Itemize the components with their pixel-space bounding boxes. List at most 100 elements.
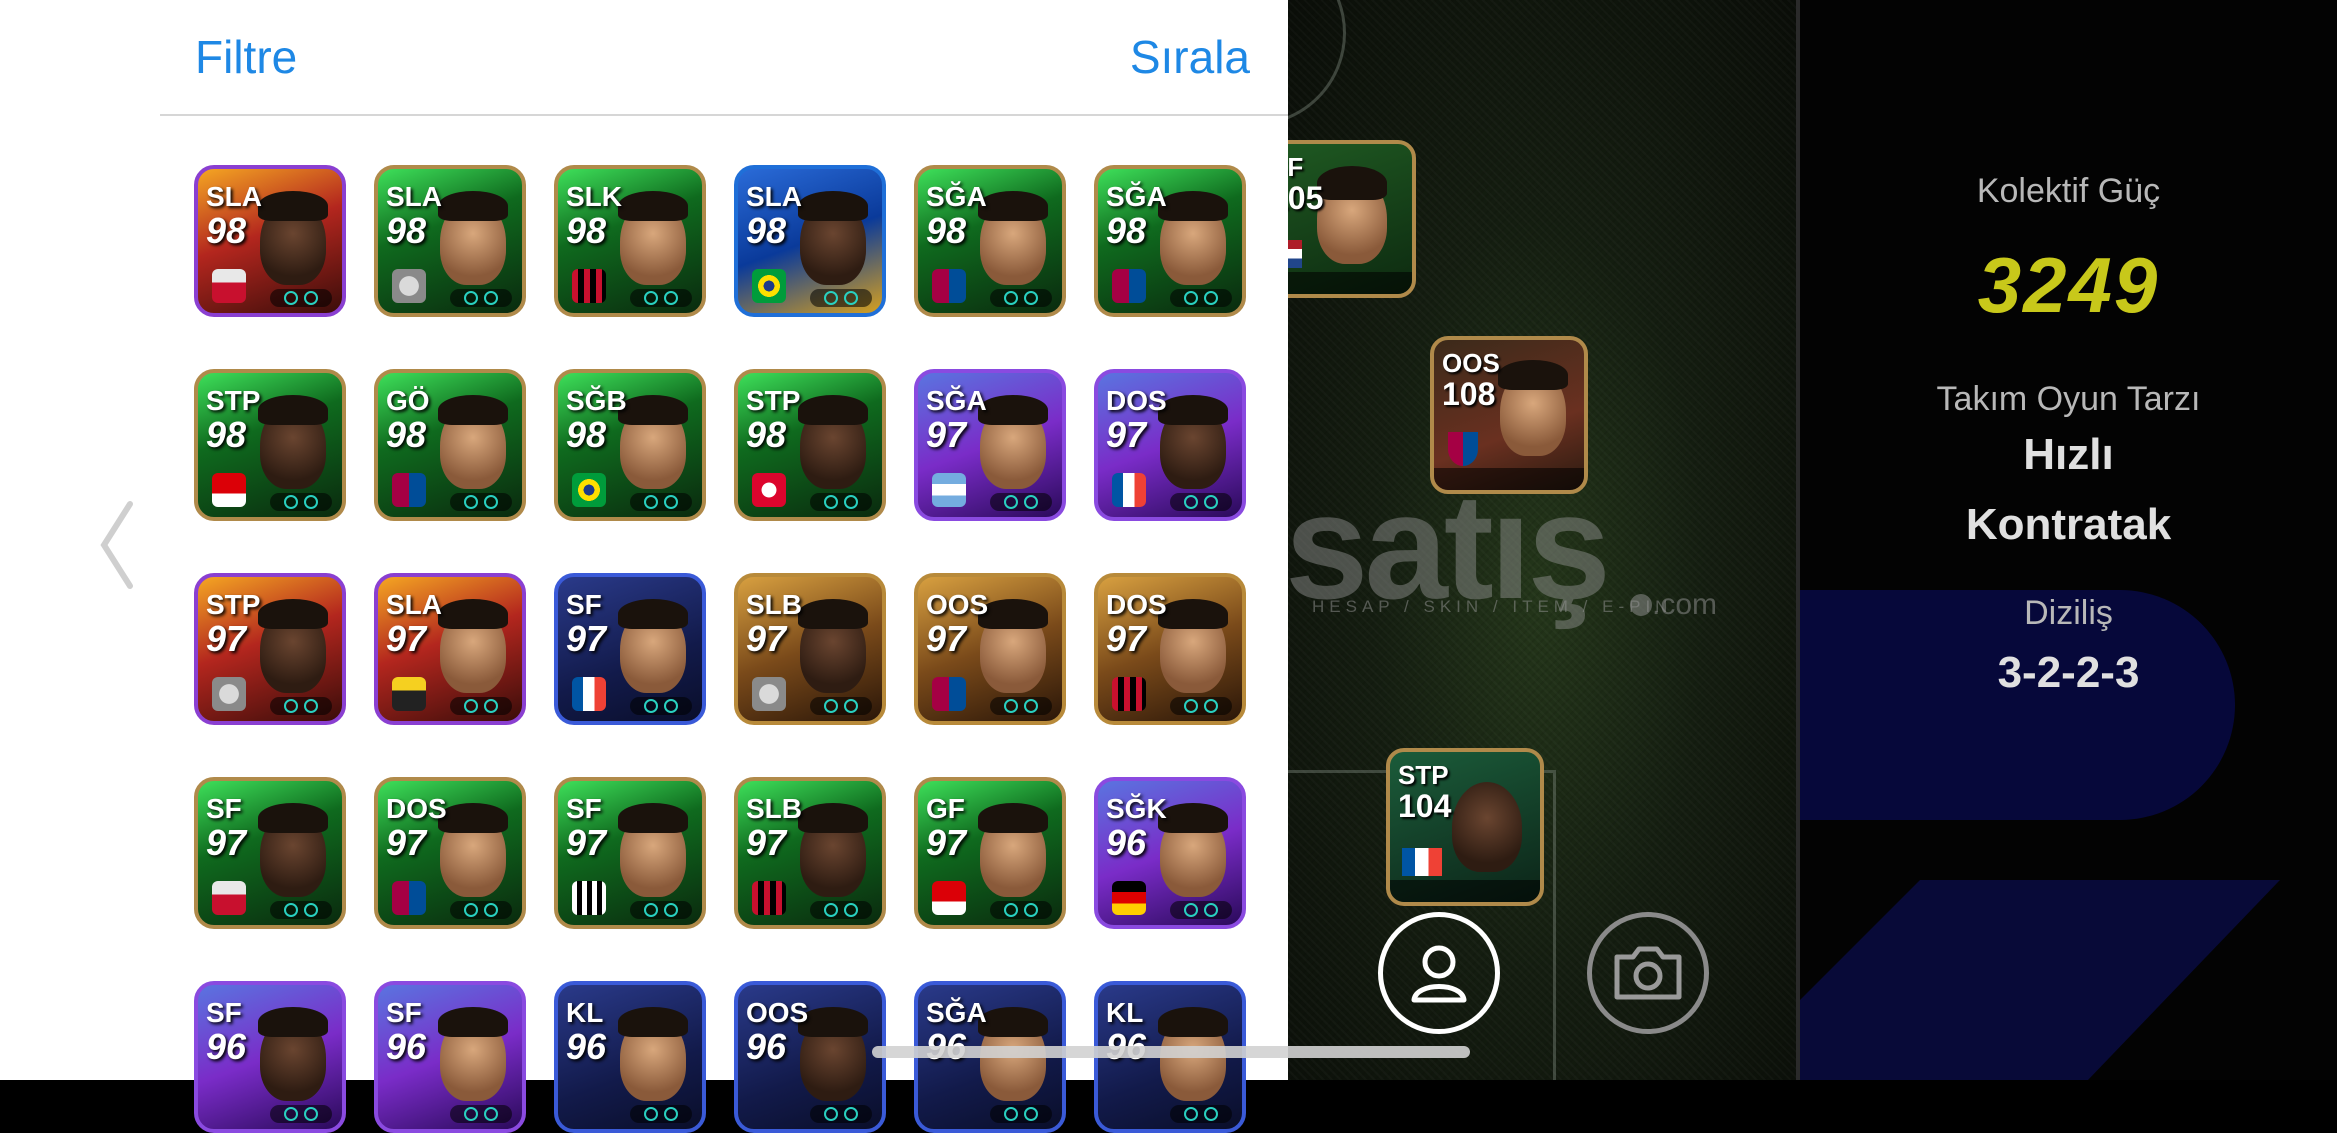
profile-button[interactable]	[1378, 912, 1500, 1034]
card-position: SĞK	[1106, 793, 1167, 824]
player-card[interactable]: SĞB 98	[554, 369, 706, 521]
player-card[interactable]: SLB 97	[734, 573, 886, 725]
card-rating: 96	[386, 1026, 427, 1067]
card-rating: 98	[566, 414, 607, 455]
chevron-left-icon[interactable]	[96, 500, 136, 590]
player-card[interactable]: OOS 96	[734, 981, 886, 1133]
club-white-crest-icon	[392, 269, 426, 303]
player-card[interactable]: SLA 98	[734, 165, 886, 317]
player-card[interactable]: SF 96	[374, 981, 526, 1133]
card-skill-chip	[810, 901, 872, 919]
milan-crest-icon	[572, 269, 606, 303]
card-rating: 104	[1398, 788, 1452, 824]
france-crest-icon	[1112, 473, 1146, 507]
camera-icon	[1614, 946, 1682, 1000]
card-skill-chip	[1170, 493, 1232, 511]
player-card[interactable]: SLK 98	[554, 165, 706, 317]
card-position: SLA	[746, 181, 802, 212]
player-card[interactable]: KL96	[554, 981, 706, 1133]
card-skill-chip	[270, 493, 332, 511]
bayern-crest-icon	[752, 473, 786, 507]
card-position: SĞA	[926, 997, 987, 1028]
camera-button[interactable]	[1587, 912, 1709, 1034]
card-skill-chip	[270, 289, 332, 307]
player-card[interactable]: DOS 97	[1094, 369, 1246, 521]
player-card[interactable]: STP 98	[194, 369, 346, 521]
player-card[interactable]: GÖ 98	[374, 369, 526, 521]
card-position: SF	[386, 997, 422, 1028]
filter-button[interactable]: Filtre	[195, 30, 297, 84]
card-rating: 97	[926, 618, 967, 659]
card-position: STP	[746, 385, 801, 416]
card-skill-chip	[990, 901, 1052, 919]
player-card[interactable]: SĞK 96	[1094, 777, 1246, 929]
player-card[interactable]: OOS 97	[914, 573, 1066, 725]
player-card[interactable]: SF 96	[194, 981, 346, 1133]
card-skill-chip	[450, 697, 512, 715]
player-card[interactable]: DOS 97	[374, 777, 526, 929]
card-position: DOS	[1106, 385, 1167, 416]
card-skill-chip	[810, 289, 872, 307]
pitch-player-card[interactable]: STP 104	[1386, 748, 1544, 906]
home-indicator[interactable]	[872, 1046, 1470, 1058]
santos-crest-icon	[572, 881, 606, 915]
watermark-dot	[1630, 594, 1652, 616]
arsenal-crest-icon	[212, 473, 246, 507]
player-card[interactable]: SLA 98	[194, 165, 346, 317]
club-white-crest-icon	[752, 677, 786, 711]
card-position: SĞA	[1106, 181, 1167, 212]
player-card[interactable]: SF 97	[194, 777, 346, 929]
player-card[interactable]: DOS 97	[1094, 573, 1246, 725]
formation-value: 3-2-2-3	[1997, 648, 2140, 697]
card-skill-chip	[630, 289, 692, 307]
club-crest-icon	[1448, 432, 1478, 466]
card-rating: 97	[746, 822, 787, 863]
player-card[interactable]: SLA 97	[374, 573, 526, 725]
brazil-crest-icon	[572, 473, 606, 507]
card-skill-chip	[630, 697, 692, 715]
player-card[interactable]: SĞA 97	[914, 369, 1066, 521]
card-skill-chip	[270, 1105, 332, 1123]
card-position: GF	[926, 793, 965, 824]
card-rating: 97	[206, 618, 247, 659]
card-skill-chip	[990, 493, 1052, 511]
card-position: OOS	[746, 997, 809, 1028]
card-rating: 98	[566, 210, 607, 251]
card-position: SLK	[566, 181, 622, 212]
card-rating: 96	[746, 1026, 787, 1067]
player-card[interactable]: SLA 98	[374, 165, 526, 317]
card-position: KL	[1106, 997, 1144, 1028]
play-style-value-1: Hızlı	[2023, 430, 2114, 479]
card-skill-chip	[810, 493, 872, 511]
player-card[interactable]: STP 98	[734, 369, 886, 521]
player-card[interactable]: GF 97	[914, 777, 1066, 929]
player-card[interactable]: SF 97	[554, 573, 706, 725]
card-rating: 97	[746, 618, 787, 659]
card-skill-chip	[450, 901, 512, 919]
card-rating: 96	[566, 1026, 607, 1067]
pitch-player-card[interactable]: OOS 108	[1430, 336, 1588, 494]
sort-button[interactable]: Sırala	[1130, 30, 1250, 84]
card-position: KL	[566, 997, 604, 1028]
player-card[interactable]: SĞA 98	[914, 165, 1066, 317]
player-card[interactable]: SLB 97	[734, 777, 886, 929]
card-skill-chip	[810, 1105, 872, 1123]
card-rating: 97	[1106, 618, 1147, 659]
player-card[interactable]: SF 97	[554, 777, 706, 929]
card-rating: 108	[1442, 376, 1496, 412]
card-skill-chip	[630, 1105, 692, 1123]
watermark-subtitle: HESAP / SKIN / ITEM / E-PIN	[1312, 597, 1673, 616]
card-skill-chip	[270, 901, 332, 919]
card-position: SF	[566, 589, 602, 620]
card-rating: 98	[206, 414, 247, 455]
card-rating: 98	[1106, 210, 1147, 251]
card-skill-chip	[270, 697, 332, 715]
panel-header: Filtre Sırala	[160, 0, 1288, 116]
card-rating: 98	[386, 414, 427, 455]
card-skill-chip	[990, 1105, 1052, 1123]
player-card[interactable]: SĞA 98	[1094, 165, 1246, 317]
card-rating: 97	[566, 822, 607, 863]
player-card[interactable]: STP 97	[194, 573, 346, 725]
card-position: SF	[566, 793, 602, 824]
card-position: SLA	[386, 589, 442, 620]
